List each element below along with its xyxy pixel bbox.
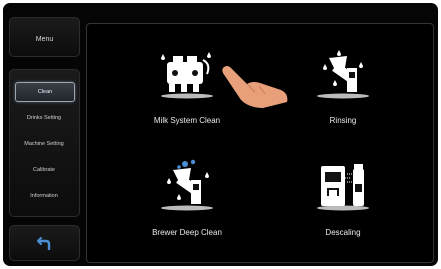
back-button[interactable]	[9, 225, 80, 261]
tile-descaling[interactable]: Descaling	[283, 158, 403, 250]
tile-rinsing[interactable]: Rinsing	[283, 46, 403, 138]
tile-label: Descaling	[325, 228, 361, 237]
sidebar-nav: Clean Drinks Setting Machine Setting Cal…	[9, 69, 80, 217]
descaling-icon	[317, 164, 369, 211]
brewer-deep-clean-icon	[161, 159, 213, 211]
tile-label: Rinsing	[329, 116, 357, 125]
sidebar-item-machine-setting[interactable]: Machine Setting	[15, 135, 73, 153]
sidebar-item-clean[interactable]: Clean	[15, 82, 75, 102]
back-arrow-icon	[36, 237, 50, 250]
tile-label: Brewer Deep Clean	[152, 228, 222, 237]
hand-pointer-icon	[222, 66, 288, 108]
sidebar-item-information[interactable]: Information	[15, 187, 73, 205]
rinsing-icon	[317, 50, 369, 99]
menu-label: Menu	[35, 36, 54, 43]
tile-label: Milk System Clean	[153, 116, 221, 125]
device-screen: Menu Clean Drinks Setting Machine Settin…	[3, 3, 438, 266]
tile-brewer-deep-clean[interactable]: Brewer Deep Clean	[127, 158, 247, 250]
sidebar-item-drinks-setting[interactable]: Drinks Setting	[15, 109, 73, 127]
sidebar-item-calibrate[interactable]: Calibrate	[15, 161, 73, 179]
main-panel: Milk System Clean Rinsing Brewer Deep Cl…	[86, 23, 434, 263]
milk-system-clean-icon	[161, 52, 213, 99]
menu-button[interactable]: Menu	[9, 17, 80, 57]
